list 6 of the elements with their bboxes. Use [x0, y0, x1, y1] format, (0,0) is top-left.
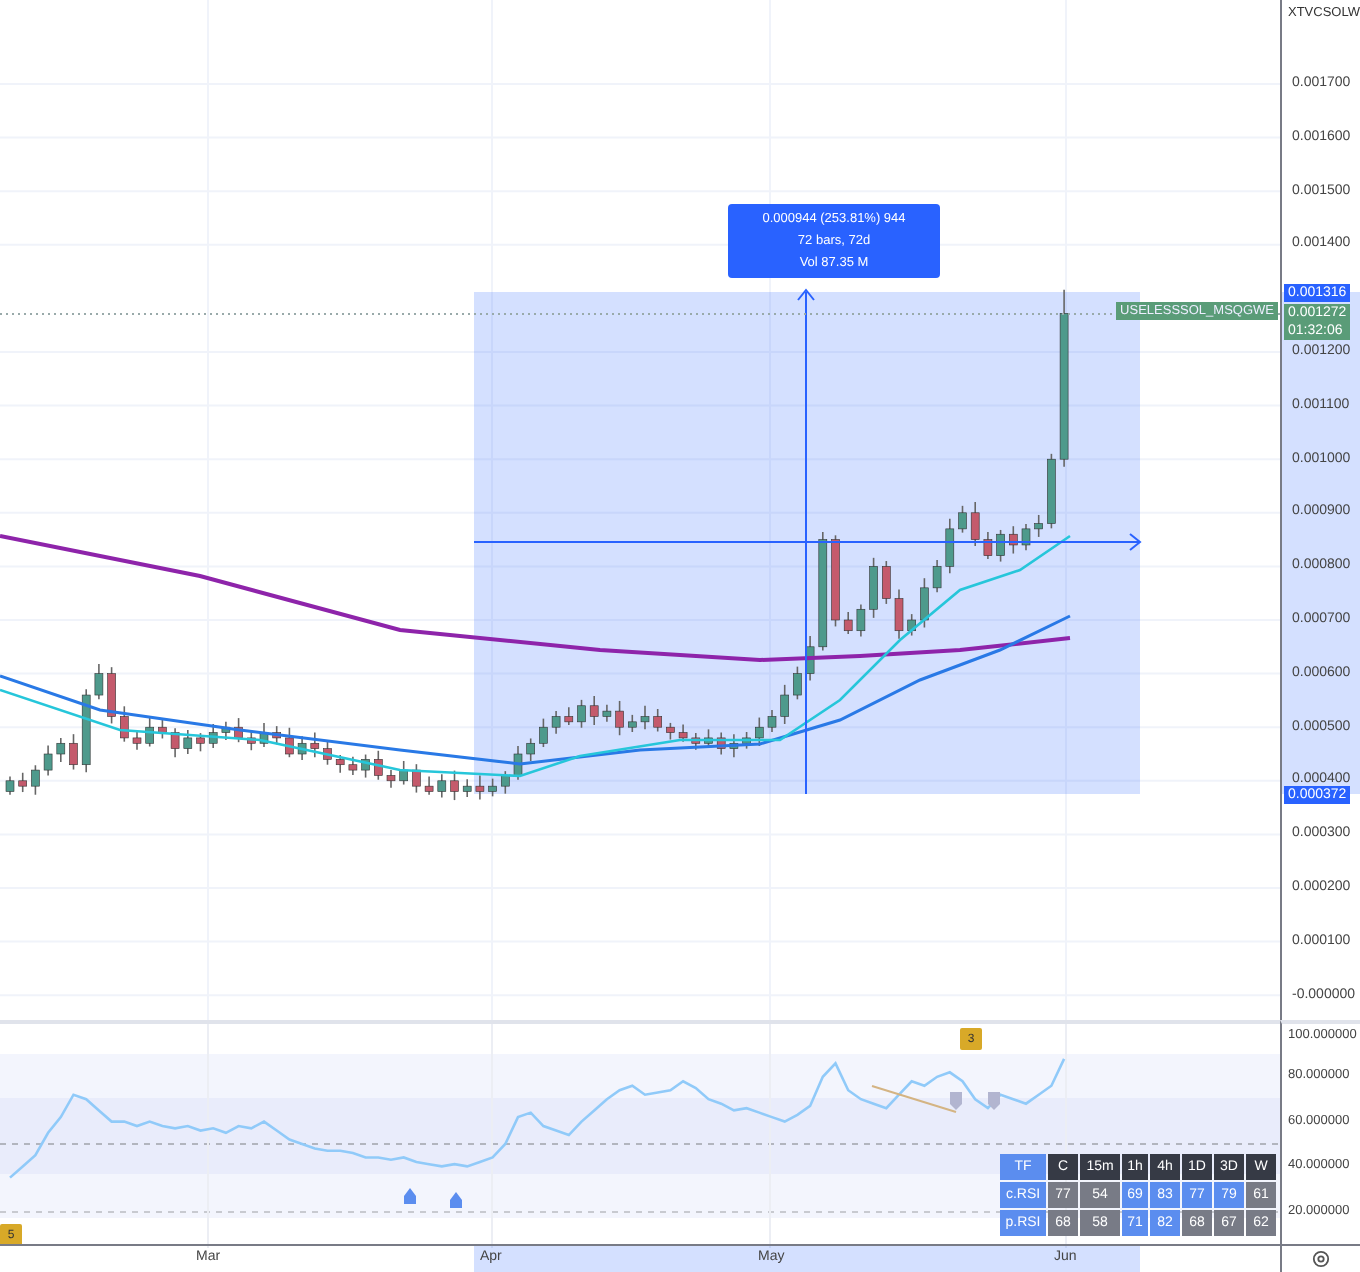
signal-marker-icon [450, 1192, 462, 1208]
signal-marker-icon [988, 1092, 1000, 1110]
settings-icon[interactable] [1312, 1250, 1330, 1268]
signal-marker-icon [950, 1092, 962, 1110]
divergence-line [871, 1085, 957, 1113]
signal-marker-icon [404, 1188, 416, 1204]
